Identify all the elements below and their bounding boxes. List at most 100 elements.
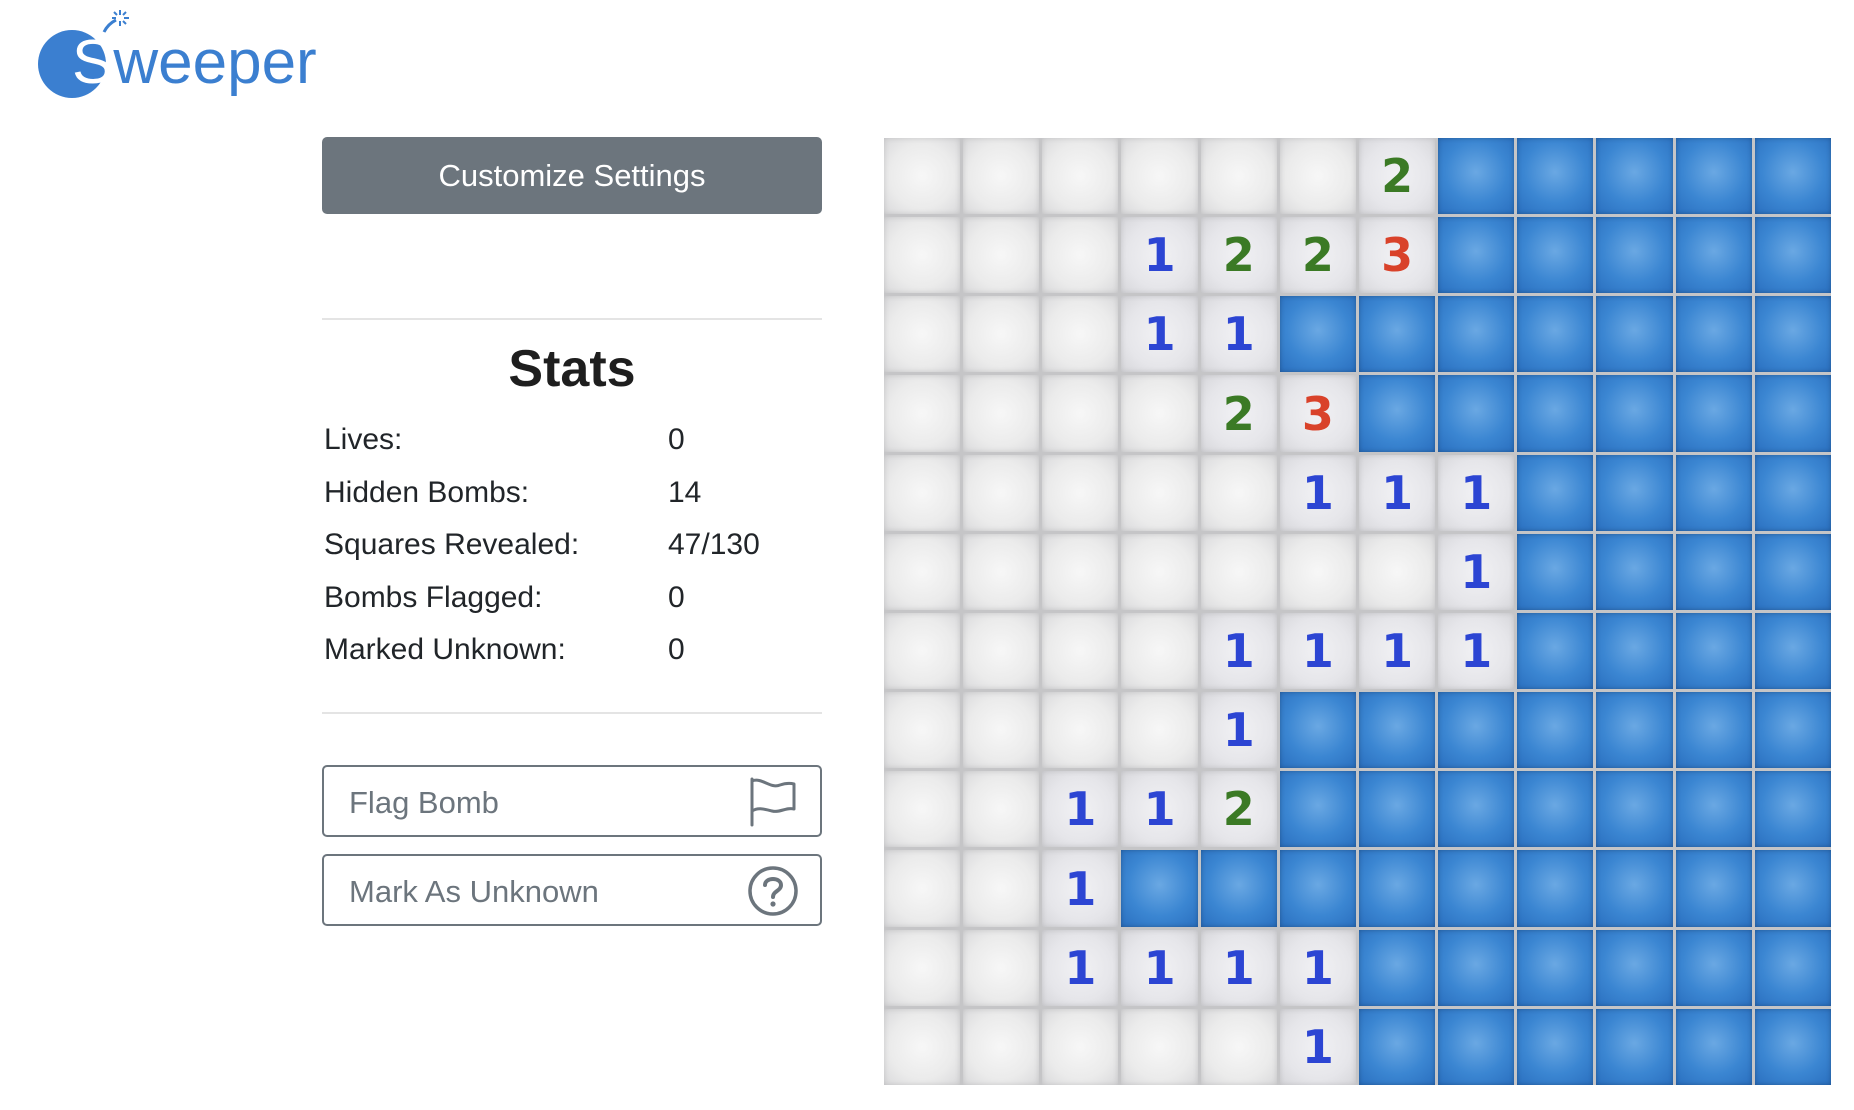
sweeper-logo[interactable]: Sweeper	[36, 6, 336, 106]
empty-cell[interactable]	[963, 771, 1040, 848]
number-cell[interactable]: 2	[1200, 217, 1277, 294]
hidden-cell[interactable]	[1754, 771, 1831, 848]
hidden-cell[interactable]	[1517, 296, 1594, 373]
empty-cell[interactable]	[1042, 375, 1119, 452]
number-cell[interactable]: 1	[1438, 612, 1515, 690]
empty-cell[interactable]	[963, 692, 1040, 769]
hidden-cell[interactable]	[1438, 217, 1515, 294]
hidden-cell[interactable]	[1596, 533, 1673, 610]
number-cell[interactable]: 1	[1121, 217, 1198, 294]
empty-cell[interactable]	[1358, 533, 1436, 610]
hidden-cell[interactable]	[1517, 771, 1594, 848]
hidden-cell[interactable]	[1754, 850, 1831, 927]
mark-unknown-button[interactable]: Mark As Unknown	[322, 854, 822, 926]
hidden-cell[interactable]	[1596, 692, 1673, 769]
empty-cell[interactable]	[963, 850, 1040, 927]
number-cell[interactable]: 1	[1121, 771, 1198, 848]
hidden-cell[interactable]	[1596, 1008, 1673, 1085]
hidden-cell[interactable]	[1754, 138, 1831, 215]
hidden-cell[interactable]	[1279, 296, 1356, 373]
empty-cell[interactable]	[884, 929, 961, 1006]
hidden-cell[interactable]	[1279, 771, 1356, 848]
hidden-cell[interactable]	[1596, 217, 1673, 294]
empty-cell[interactable]	[1042, 454, 1119, 531]
hidden-cell[interactable]	[1754, 1008, 1831, 1085]
number-cell[interactable]: 2	[1279, 217, 1356, 294]
number-cell[interactable]: 2	[1358, 138, 1436, 215]
empty-cell[interactable]	[884, 454, 961, 531]
hidden-cell[interactable]	[1754, 533, 1831, 610]
empty-cell[interactable]	[1121, 612, 1198, 690]
hidden-cell[interactable]	[1754, 692, 1831, 769]
hidden-cell[interactable]	[1596, 454, 1673, 531]
hidden-cell[interactable]	[1438, 771, 1515, 848]
hidden-cell[interactable]	[1438, 375, 1515, 452]
hidden-cell[interactable]	[1596, 929, 1673, 1006]
number-cell[interactable]: 1	[1200, 612, 1277, 690]
hidden-cell[interactable]	[1438, 296, 1515, 373]
empty-cell[interactable]	[963, 454, 1040, 531]
hidden-cell[interactable]	[1200, 850, 1277, 927]
empty-cell[interactable]	[1121, 375, 1198, 452]
number-cell[interactable]: 1	[1358, 454, 1436, 531]
hidden-cell[interactable]	[1754, 454, 1831, 531]
hidden-cell[interactable]	[1438, 1008, 1515, 1085]
hidden-cell[interactable]	[1517, 1008, 1594, 1085]
empty-cell[interactable]	[1200, 454, 1277, 531]
empty-cell[interactable]	[884, 217, 961, 294]
empty-cell[interactable]	[1200, 1008, 1277, 1085]
empty-cell[interactable]	[963, 1008, 1040, 1085]
hidden-cell[interactable]	[1279, 692, 1356, 769]
empty-cell[interactable]	[1200, 138, 1277, 215]
empty-cell[interactable]	[1121, 138, 1198, 215]
hidden-cell[interactable]	[1596, 612, 1673, 690]
number-cell[interactable]: 1	[1042, 929, 1119, 1006]
hidden-cell[interactable]	[1358, 771, 1436, 848]
number-cell[interactable]: 1	[1279, 929, 1356, 1006]
number-cell[interactable]: 1	[1279, 612, 1356, 690]
number-cell[interactable]: 1	[1121, 929, 1198, 1006]
empty-cell[interactable]	[1042, 533, 1119, 610]
number-cell[interactable]: 1	[1200, 296, 1277, 373]
empty-cell[interactable]	[884, 533, 961, 610]
empty-cell[interactable]	[884, 771, 961, 848]
hidden-cell[interactable]	[1596, 771, 1673, 848]
hidden-cell[interactable]	[1596, 296, 1673, 373]
number-cell[interactable]: 1	[1042, 771, 1119, 848]
number-cell[interactable]: 3	[1279, 375, 1356, 452]
hidden-cell[interactable]	[1675, 217, 1752, 294]
empty-cell[interactable]	[1121, 692, 1198, 769]
empty-cell[interactable]	[884, 692, 961, 769]
number-cell[interactable]: 1	[1279, 454, 1356, 531]
empty-cell[interactable]	[963, 296, 1040, 373]
hidden-cell[interactable]	[1675, 533, 1752, 610]
empty-cell[interactable]	[1279, 533, 1356, 610]
hidden-cell[interactable]	[1517, 533, 1594, 610]
hidden-cell[interactable]	[1517, 217, 1594, 294]
hidden-cell[interactable]	[1754, 375, 1831, 452]
hidden-cell[interactable]	[1675, 692, 1752, 769]
hidden-cell[interactable]	[1517, 612, 1594, 690]
hidden-cell[interactable]	[1517, 138, 1594, 215]
number-cell[interactable]: 1	[1358, 612, 1436, 690]
hidden-cell[interactable]	[1438, 692, 1515, 769]
hidden-cell[interactable]	[1438, 138, 1515, 215]
number-cell[interactable]: 1	[1121, 296, 1198, 373]
hidden-cell[interactable]	[1675, 612, 1752, 690]
hidden-cell[interactable]	[1358, 692, 1436, 769]
number-cell[interactable]: 1	[1200, 929, 1277, 1006]
hidden-cell[interactable]	[1754, 929, 1831, 1006]
number-cell[interactable]: 1	[1438, 454, 1515, 531]
empty-cell[interactable]	[884, 375, 961, 452]
number-cell[interactable]: 1	[1438, 533, 1515, 610]
hidden-cell[interactable]	[1596, 138, 1673, 215]
hidden-cell[interactable]	[1596, 375, 1673, 452]
hidden-cell[interactable]	[1438, 850, 1515, 927]
hidden-cell[interactable]	[1754, 612, 1831, 690]
hidden-cell[interactable]	[1517, 375, 1594, 452]
hidden-cell[interactable]	[1517, 454, 1594, 531]
number-cell[interactable]: 2	[1200, 375, 1277, 452]
hidden-cell[interactable]	[1121, 850, 1198, 927]
hidden-cell[interactable]	[1358, 375, 1436, 452]
customize-settings-button[interactable]: Customize Settings	[322, 137, 822, 214]
